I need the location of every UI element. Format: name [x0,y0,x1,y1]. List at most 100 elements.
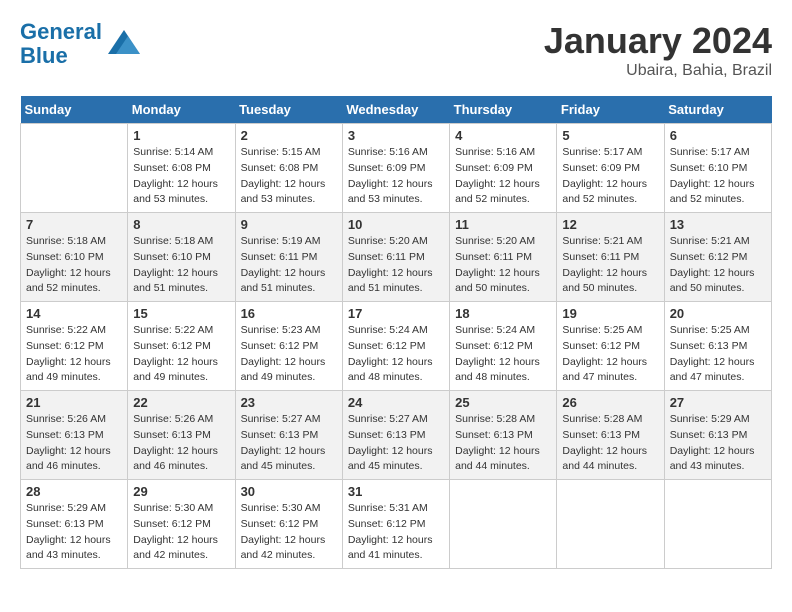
day-info: Sunrise: 5:24 AMSunset: 6:12 PMDaylight:… [455,323,551,386]
day-info: Sunrise: 5:16 AMSunset: 6:09 PMDaylight:… [455,145,551,208]
weekday-header-friday: Friday [557,96,664,124]
day-info: Sunrise: 5:17 AMSunset: 6:10 PMDaylight:… [670,145,766,208]
calendar-cell: 31 Sunrise: 5:31 AMSunset: 6:12 PMDayligh… [342,480,449,569]
weekday-header-wednesday: Wednesday [342,96,449,124]
weekday-header-monday: Monday [128,96,235,124]
day-number: 31 [348,484,444,499]
day-number: 13 [670,217,766,232]
day-info: Sunrise: 5:28 AMSunset: 6:13 PMDaylight:… [562,412,658,475]
page-header: GeneralBlue January 2024 Ubaira, Bahia, … [20,20,772,80]
day-number: 10 [348,217,444,232]
calendar-cell: 5 Sunrise: 5:17 AMSunset: 6:09 PMDaylight… [557,124,664,213]
day-info: Sunrise: 5:23 AMSunset: 6:12 PMDaylight:… [241,323,337,386]
day-info: Sunrise: 5:15 AMSunset: 6:08 PMDaylight:… [241,145,337,208]
day-info: Sunrise: 5:18 AMSunset: 6:10 PMDaylight:… [133,234,229,297]
day-info: Sunrise: 5:27 AMSunset: 6:13 PMDaylight:… [241,412,337,475]
day-info: Sunrise: 5:25 AMSunset: 6:13 PMDaylight:… [670,323,766,386]
calendar-cell [450,480,557,569]
day-number: 22 [133,395,229,410]
day-info: Sunrise: 5:20 AMSunset: 6:11 PMDaylight:… [455,234,551,297]
day-number: 30 [241,484,337,499]
calendar-table: SundayMondayTuesdayWednesdayThursdayFrid… [20,96,772,569]
day-number: 18 [455,306,551,321]
day-number: 5 [562,128,658,143]
day-info: Sunrise: 5:21 AMSunset: 6:12 PMDaylight:… [670,234,766,297]
calendar-cell [21,124,128,213]
weekday-header-saturday: Saturday [664,96,771,124]
logo-icon [106,26,142,62]
calendar-cell: 1 Sunrise: 5:14 AMSunset: 6:08 PMDaylight… [128,124,235,213]
day-info: Sunrise: 5:21 AMSunset: 6:11 PMDaylight:… [562,234,658,297]
day-number: 7 [26,217,122,232]
day-info: Sunrise: 5:24 AMSunset: 6:12 PMDaylight:… [348,323,444,386]
day-info: Sunrise: 5:29 AMSunset: 6:13 PMDaylight:… [670,412,766,475]
day-info: Sunrise: 5:25 AMSunset: 6:12 PMDaylight:… [562,323,658,386]
day-number: 2 [241,128,337,143]
day-number: 3 [348,128,444,143]
calendar-cell: 28Sunrise: 5:29 AMSunset: 6:13 PMDayligh… [21,480,128,569]
day-info: Sunrise: 5:30 AMSunset: 6:12 PMDaylight:… [241,501,337,564]
day-number: 19 [562,306,658,321]
day-info: Sunrise: 5:27 AMSunset: 6:13 PMDaylight:… [348,412,444,475]
calendar-cell: 27 Sunrise: 5:29 AMSunset: 6:13 PMDayligh… [664,391,771,480]
month-title: January 2024 [544,20,772,62]
day-number: 24 [348,395,444,410]
day-number: 11 [455,217,551,232]
calendar-cell: 2 Sunrise: 5:15 AMSunset: 6:08 PMDaylight… [235,124,342,213]
day-info: Sunrise: 5:22 AMSunset: 6:12 PMDaylight:… [26,323,122,386]
day-number: 9 [241,217,337,232]
logo: GeneralBlue [20,20,142,68]
calendar-cell: 18 Sunrise: 5:24 AMSunset: 6:12 PMDayligh… [450,302,557,391]
calendar-cell: 21 Sunrise: 5:26 AMSunset: 6:13 PMDayligh… [21,391,128,480]
day-info: Sunrise: 5:16 AMSunset: 6:09 PMDaylight:… [348,145,444,208]
weekday-header-sunday: Sunday [21,96,128,124]
day-info: Sunrise: 5:17 AMSunset: 6:09 PMDaylight:… [562,145,658,208]
calendar-cell: 22 Sunrise: 5:26 AMSunset: 6:13 PMDayligh… [128,391,235,480]
day-number: 1 [133,128,229,143]
day-number: 4 [455,128,551,143]
day-number: 14 [26,306,122,321]
day-info: Sunrise: 5:28 AMSunset: 6:13 PMDaylight:… [455,412,551,475]
day-number: 20 [670,306,766,321]
day-info: Sunrise: 5:30 AMSunset: 6:12 PMDaylight:… [133,501,229,564]
day-number: 21 [26,395,122,410]
day-number: 29 [133,484,229,499]
day-info: Sunrise: 5:14 AMSunset: 6:08 PMDaylight:… [133,145,229,208]
day-number: 8 [133,217,229,232]
weekday-header-thursday: Thursday [450,96,557,124]
day-number: 16 [241,306,337,321]
calendar-cell: 9 Sunrise: 5:19 AMSunset: 6:11 PMDaylight… [235,213,342,302]
day-number: 25 [455,395,551,410]
calendar-cell: 11 Sunrise: 5:20 AMSunset: 6:11 PMDayligh… [450,213,557,302]
calendar-cell: 20 Sunrise: 5:25 AMSunset: 6:13 PMDayligh… [664,302,771,391]
calendar-cell: 13 Sunrise: 5:21 AMSunset: 6:12 PMDayligh… [664,213,771,302]
calendar-cell: 14 Sunrise: 5:22 AMSunset: 6:12 PMDayligh… [21,302,128,391]
calendar-cell [557,480,664,569]
day-number: 23 [241,395,337,410]
day-number: 15 [133,306,229,321]
day-info: Sunrise: 5:18 AMSunset: 6:10 PMDaylight:… [26,234,122,297]
day-number: 17 [348,306,444,321]
calendar-cell: 10 Sunrise: 5:20 AMSunset: 6:11 PMDayligh… [342,213,449,302]
day-info: Sunrise: 5:19 AMSunset: 6:11 PMDaylight:… [241,234,337,297]
calendar-cell: 25 Sunrise: 5:28 AMSunset: 6:13 PMDayligh… [450,391,557,480]
day-info: Sunrise: 5:26 AMSunset: 6:13 PMDaylight:… [26,412,122,475]
calendar-cell: 3 Sunrise: 5:16 AMSunset: 6:09 PMDaylight… [342,124,449,213]
calendar-cell: 26 Sunrise: 5:28 AMSunset: 6:13 PMDayligh… [557,391,664,480]
location-title: Ubaira, Bahia, Brazil [544,62,772,80]
calendar-cell: 4 Sunrise: 5:16 AMSunset: 6:09 PMDaylight… [450,124,557,213]
day-number: 27 [670,395,766,410]
calendar-cell: 24 Sunrise: 5:27 AMSunset: 6:13 PMDayligh… [342,391,449,480]
day-info: Sunrise: 5:31 AMSunset: 6:12 PMDaylight:… [348,501,444,564]
day-number: 26 [562,395,658,410]
day-number: 6 [670,128,766,143]
weekday-header-tuesday: Tuesday [235,96,342,124]
day-info: Sunrise: 5:20 AMSunset: 6:11 PMDaylight:… [348,234,444,297]
day-number: 12 [562,217,658,232]
calendar-cell: 19 Sunrise: 5:25 AMSunset: 6:12 PMDayligh… [557,302,664,391]
calendar-cell: 29 Sunrise: 5:30 AMSunset: 6:12 PMDayligh… [128,480,235,569]
calendar-cell: 17 Sunrise: 5:24 AMSunset: 6:12 PMDayligh… [342,302,449,391]
calendar-cell: 6 Sunrise: 5:17 AMSunset: 6:10 PMDaylight… [664,124,771,213]
day-info: Sunrise: 5:29 AMSunset: 6:13 PMDaylight:… [26,501,122,564]
day-info: Sunrise: 5:26 AMSunset: 6:13 PMDaylight:… [133,412,229,475]
